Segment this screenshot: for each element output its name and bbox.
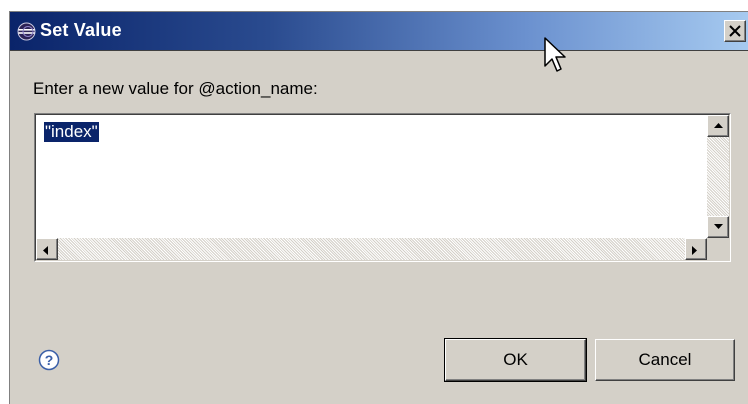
scroll-corner xyxy=(707,238,729,260)
arrow-down-icon xyxy=(714,224,723,229)
set-value-dialog: Set Value Enter a new value for @action_… xyxy=(9,11,748,404)
text-area-inner-border: "index" xyxy=(35,114,730,261)
arrow-left-icon xyxy=(43,246,48,255)
arrow-right-icon xyxy=(692,246,697,255)
scroll-left-button[interactable] xyxy=(36,238,58,260)
title-bar[interactable]: Set Value xyxy=(10,12,748,51)
svg-text:?: ? xyxy=(45,352,54,368)
cancel-button[interactable]: Cancel xyxy=(595,339,735,381)
mouse-pointer-icon xyxy=(544,37,566,72)
arrow-up-icon xyxy=(714,123,723,128)
close-icon xyxy=(729,25,741,37)
dialog-title: Set Value xyxy=(40,20,122,40)
scroll-right-button[interactable] xyxy=(685,238,707,260)
help-icon[interactable]: ? xyxy=(38,349,60,371)
close-button[interactable] xyxy=(724,20,746,42)
ok-button[interactable]: OK xyxy=(444,338,587,382)
scroll-up-button[interactable] xyxy=(707,115,729,137)
vertical-scrollbar[interactable] xyxy=(707,115,729,238)
selected-value-text[interactable]: "index" xyxy=(44,122,99,142)
horizontal-scrollbar[interactable] xyxy=(36,238,707,260)
scroll-down-button[interactable] xyxy=(707,216,729,238)
value-text-area[interactable]: "index" xyxy=(34,113,731,262)
eclipse-icon xyxy=(17,22,36,41)
prompt-label: Enter a new value for @action_name: xyxy=(33,79,318,98)
